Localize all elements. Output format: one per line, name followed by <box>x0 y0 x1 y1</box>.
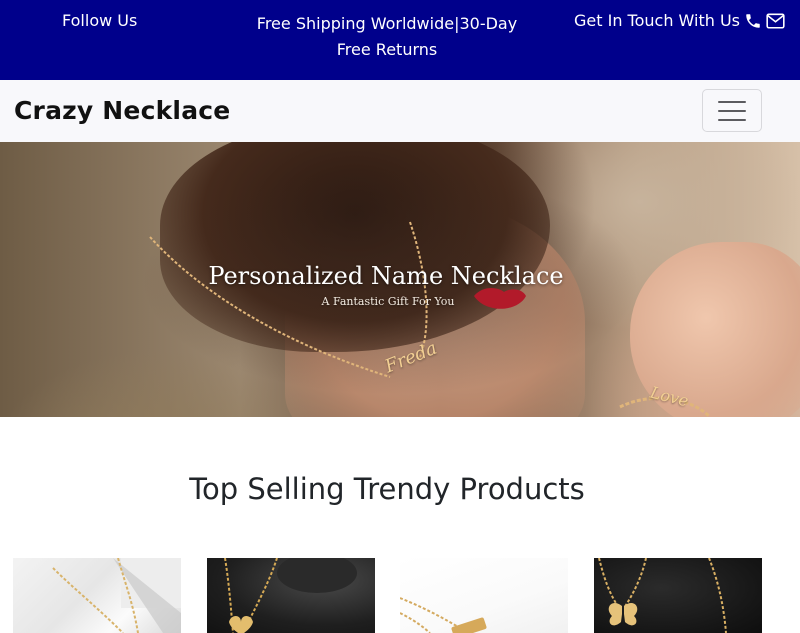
products-section-title: Top Selling Trendy Products <box>189 472 585 506</box>
navbar: Crazy Necklace <box>0 80 800 142</box>
hero-banner[interactable]: Freda Love Personalized Name Necklace A … <box>0 142 800 417</box>
shipping-notice: Free Shipping Worldwide|30-Day Free Retu… <box>256 14 518 59</box>
phone-icon[interactable] <box>744 12 762 30</box>
navbar-toggle-button[interactable] <box>702 89 762 132</box>
top-announcement-bar: Follow Us Free Shipping Worldwide|30-Day… <box>0 0 800 80</box>
gold-butterfly-necklace-image <box>598 558 727 633</box>
gold-heart-pendant-image <box>224 558 357 633</box>
contact-link[interactable]: Get In Touch With Us <box>574 11 785 31</box>
gold-bar-necklace-image <box>400 597 487 633</box>
follow-us-link[interactable]: Follow Us <box>62 11 137 31</box>
product-card-2[interactable] <box>207 558 375 633</box>
product-card-4[interactable] <box>594 558 762 633</box>
hero-subtitle: A Fantastic Gift For You <box>321 295 455 308</box>
brand-logo[interactable]: Crazy Necklace <box>14 94 230 128</box>
envelope-icon[interactable] <box>766 13 785 29</box>
product-card-3[interactable] <box>400 558 568 633</box>
contact-label: Get In Touch With Us <box>574 11 741 30</box>
product-card-1[interactable] <box>13 558 181 633</box>
gold-chain-necklace-image <box>52 558 181 633</box>
hero-title: Personalized Name Necklace <box>208 262 564 290</box>
hamburger-icon <box>718 100 746 121</box>
